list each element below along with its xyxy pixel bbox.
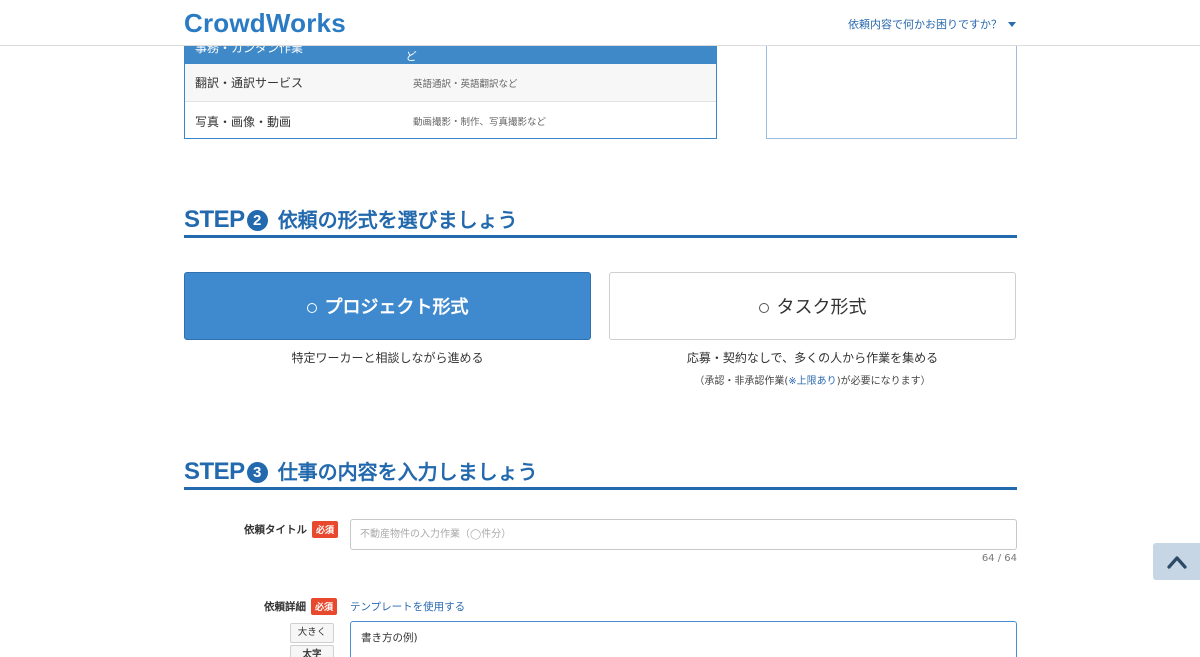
- step-title: 依頼の形式を選びましょう: [277, 208, 518, 232]
- required-badge: 必須: [311, 598, 338, 615]
- crowdworks-logo[interactable]: CrowdWorks: [184, 8, 346, 39]
- category-list: 事務・カンタン作業 質問・アンケート、データ入力、テープ起こし・文字起こし など…: [184, 30, 717, 139]
- step-title: 仕事の内容を入力しましょう: [277, 460, 538, 484]
- task-format-option[interactable]: タスク形式: [609, 272, 1016, 340]
- step-label: STEP: [184, 458, 245, 485]
- title-input[interactable]: [350, 519, 1017, 550]
- note-text: )が必要になります）: [836, 376, 931, 387]
- step-number-badge: 2: [246, 210, 268, 231]
- radio-selected-icon[interactable]: [306, 303, 317, 313]
- project-format-label: プロジェクト形式: [324, 297, 469, 318]
- note-text: （承認・非承認作業(: [694, 376, 789, 387]
- detail-field-label: 依頼詳細 必須: [264, 598, 338, 615]
- title-label-text: 依頼タイトル: [244, 524, 307, 536]
- title-field-label: 依頼タイトル 必須: [244, 521, 339, 538]
- project-format-option[interactable]: プロジェクト形式: [184, 272, 591, 340]
- step2-heading: STEP 2 依頼の形式を選びましょう: [184, 206, 1017, 238]
- step3-heading: STEP 3 仕事の内容を入力しましょう: [184, 458, 1017, 490]
- task-format-desc: 応募・契約なしで、多くの人から作業を集める: [686, 351, 939, 365]
- category-row-translation[interactable]: 翻訳・通訳サービス 英語通訳・英語翻訳など: [185, 64, 716, 102]
- step-label: STEP: [184, 206, 245, 233]
- task-format-label: タスク形式: [776, 297, 867, 318]
- caret-down-icon: [1008, 21, 1016, 27]
- back-to-top-button[interactable]: [1153, 543, 1200, 580]
- title-char-counter: 64 / 64: [981, 553, 1017, 564]
- use-template-link[interactable]: テンプレートを使用する: [350, 599, 465, 614]
- site-header: CrowdWorks 依頼内容で何かお困りですか？: [0, 0, 1200, 46]
- detail-label-text: 依頼詳細: [264, 601, 306, 613]
- help-dropdown-label: 依頼内容で何かお困りですか？: [848, 18, 1002, 31]
- category-desc: 動画撮影・制作、写真撮影など: [413, 117, 547, 128]
- radio-unselected-icon[interactable]: [758, 303, 769, 313]
- chevron-up-icon: [1166, 555, 1187, 569]
- limit-info-link[interactable]: ※上限あり: [788, 376, 836, 387]
- category-desc: 英語通訳・英語翻訳など: [413, 78, 518, 90]
- detail-textarea[interactable]: 書き方の例): [350, 621, 1017, 657]
- category-name: 翻訳・通訳サービス: [195, 76, 304, 90]
- help-dropdown[interactable]: 依頼内容で何かお困りですか？: [848, 16, 1016, 32]
- required-badge: 必須: [312, 521, 339, 538]
- category-row-photo-video[interactable]: 写真・画像・動画 動画撮影・制作、写真撮影など: [185, 102, 716, 138]
- category-name: 写真・画像・動画: [195, 114, 292, 129]
- step-number-badge: 3: [246, 462, 268, 483]
- subcategory-panel: [766, 30, 1017, 139]
- project-format-desc: 特定ワーカーと相談しながら進める: [291, 351, 484, 365]
- task-format-note: （承認・非承認作業(※上限あり)が必要になります）: [609, 372, 1016, 387]
- format-bold-button[interactable]: 太字: [290, 645, 334, 657]
- format-large-button[interactable]: 大きく: [290, 623, 334, 643]
